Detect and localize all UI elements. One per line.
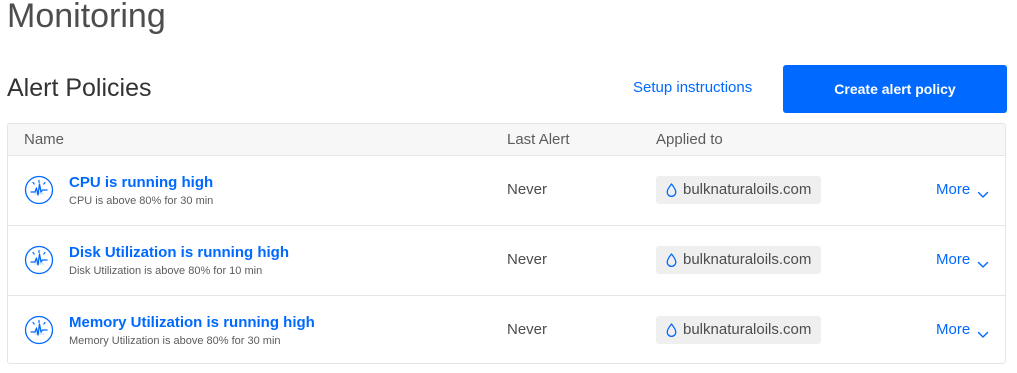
policy-description: CPU is above 80% for 30 min: [69, 195, 214, 207]
setup-instructions-link[interactable]: Setup instructions: [633, 79, 752, 97]
more-dropdown[interactable]: More: [936, 251, 989, 269]
column-header-last-alert: Last Alert: [507, 131, 570, 148]
droplet-icon: [666, 253, 677, 268]
applied-to-tag[interactable]: bulknaturaloils.com: [656, 246, 822, 274]
more-label: More: [936, 321, 971, 338]
more-label: More: [936, 251, 971, 268]
column-header-name: Name: [24, 131, 65, 148]
table-row: Memory Utilization is running high Memor…: [8, 296, 1005, 363]
create-alert-policy-button[interactable]: Create alert policy: [783, 65, 1007, 113]
last-alert-value: Never: [507, 251, 548, 268]
droplet-icon: [666, 323, 677, 338]
table-header: Name Last Alert Applied to: [8, 124, 1005, 156]
droplet-icon: [666, 183, 677, 198]
policy-pulse-icon: [24, 315, 54, 345]
section-title: Alert Policies: [7, 74, 152, 102]
alert-policies-table: Name Last Alert Applied to CPU is runnin…: [7, 123, 1006, 364]
chevron-down-icon: [977, 256, 989, 268]
policy-title-link[interactable]: Disk Utilization is running high: [69, 244, 289, 262]
last-alert-value: Never: [507, 321, 548, 338]
more-dropdown[interactable]: More: [936, 321, 989, 339]
policy-pulse-icon: [24, 175, 54, 205]
table-row: CPU is running high CPU is above 80% for…: [8, 156, 1005, 226]
applied-to-label: bulknaturaloils.com: [683, 251, 812, 268]
applied-to-label: bulknaturaloils.com: [683, 321, 812, 338]
policy-description: Disk Utilization is above 80% for 10 min: [69, 265, 263, 277]
column-header-applied-to: Applied to: [656, 131, 723, 148]
policy-title-link[interactable]: Memory Utilization is running high: [69, 314, 315, 332]
chevron-down-icon: [977, 326, 989, 338]
applied-to-tag[interactable]: bulknaturaloils.com: [656, 176, 822, 204]
chevron-down-icon: [977, 186, 989, 198]
policy-pulse-icon: [24, 245, 54, 275]
applied-to-label: bulknaturaloils.com: [683, 181, 812, 198]
page-title: Monitoring: [7, 0, 166, 35]
last-alert-value: Never: [507, 181, 548, 198]
more-label: More: [936, 181, 971, 198]
policy-title-link[interactable]: CPU is running high: [69, 174, 213, 192]
applied-to-tag[interactable]: bulknaturaloils.com: [656, 316, 822, 344]
more-dropdown[interactable]: More: [936, 181, 989, 199]
table-row: Disk Utilization is running high Disk Ut…: [8, 226, 1005, 296]
policy-description: Memory Utilization is above 80% for 30 m…: [69, 335, 281, 347]
